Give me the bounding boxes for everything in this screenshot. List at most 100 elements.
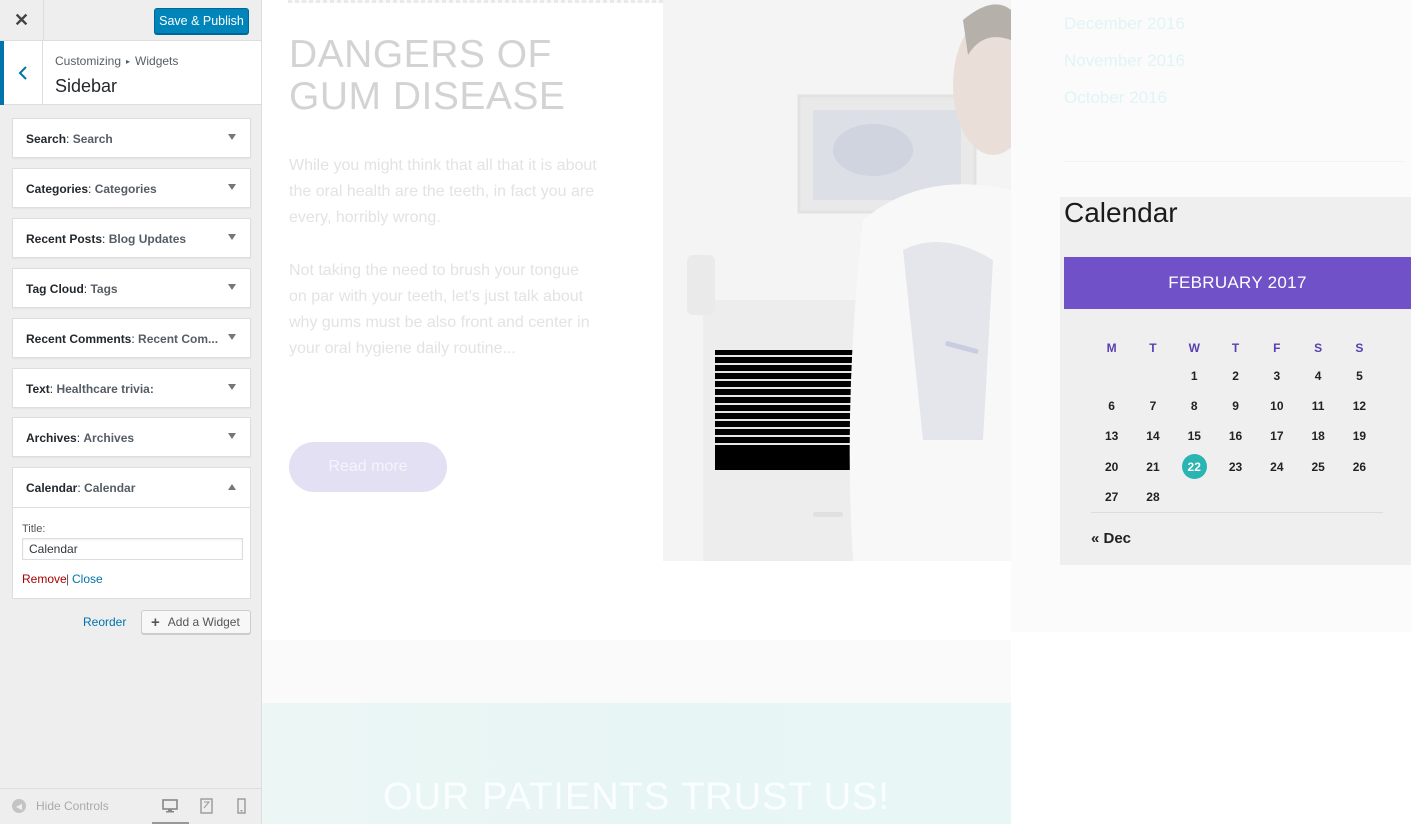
weekday-label: W bbox=[1188, 341, 1200, 355]
breadcrumb-root: Customizing bbox=[55, 54, 122, 68]
title-field[interactable] bbox=[22, 538, 243, 560]
mobile-preview-icon[interactable] bbox=[233, 798, 251, 814]
testimonials-heading: OUR PATIENTS TRUST US! bbox=[383, 776, 890, 818]
link-separator: | bbox=[66, 572, 70, 586]
arrow-down-icon[interactable] bbox=[228, 234, 236, 240]
arrow-down-icon[interactable] bbox=[228, 184, 236, 190]
calendar-week: 27 28 bbox=[1091, 482, 1380, 512]
weekday-label: S bbox=[1355, 341, 1364, 355]
arrow-down-icon[interactable] bbox=[228, 384, 236, 390]
widget-calendar: Calendar: Calendar Title: Remove | Close bbox=[12, 467, 251, 599]
close-customizer-button[interactable]: ✕ bbox=[0, 0, 44, 41]
weekday-label: F bbox=[1273, 341, 1281, 355]
arrow-down-icon[interactable] bbox=[228, 134, 236, 140]
hide-controls-label: Hide Controls bbox=[36, 799, 109, 813]
arrow-down-icon[interactable] bbox=[228, 284, 236, 290]
customizer-footer: ◀ Hide Controls bbox=[0, 788, 261, 824]
calendar-widget: Calendar FEBRUARY 2017 MTWTFSS 123456789… bbox=[1060, 197, 1411, 565]
calendar-day: 2 bbox=[1232, 369, 1239, 384]
widget-item[interactable]: Search: Search bbox=[12, 118, 251, 158]
archive-link[interactable]: December 2016 bbox=[1064, 14, 1185, 34]
calendar-day: 8 bbox=[1190, 399, 1198, 414]
dentist-photo bbox=[663, 0, 1011, 561]
divider bbox=[1091, 512, 1383, 513]
calendar-day: 4 bbox=[1314, 369, 1322, 384]
calendar-empty-cell bbox=[1132, 361, 1173, 391]
breadcrumb-parent: Widgets bbox=[135, 54, 179, 68]
widget-title: Recent Comments: Recent Com... bbox=[26, 332, 219, 346]
calendar-day: 3 bbox=[1273, 369, 1281, 384]
calendar-day: 18 bbox=[1311, 429, 1325, 444]
calendar-day: 5 bbox=[1356, 369, 1363, 384]
close-widget-link[interactable]: Close bbox=[72, 572, 103, 586]
save-publish-button[interactable]: Save & Publish bbox=[154, 8, 249, 34]
calendar-body: 1 2 3 4 5 6 7 8 9 10 11 12 13 14 15 16 17 18 19 20 21 22 23 24 2… bbox=[1091, 361, 1380, 512]
close-icon: ✕ bbox=[13, 10, 30, 30]
widget-calendar-header[interactable]: Calendar: Calendar bbox=[13, 468, 250, 508]
widget-title: Categories: Categories bbox=[26, 182, 157, 196]
arrow-down-icon[interactable] bbox=[228, 433, 236, 439]
widget-title: Recent Posts: Blog Updates bbox=[26, 232, 187, 246]
post-title: DANGERS OF GUM DISEASE bbox=[289, 33, 566, 118]
dentist-illustration bbox=[663, 0, 1011, 561]
title-field-label: Title: bbox=[22, 523, 46, 535]
widget-item[interactable]: Text: Healthcare trivia: bbox=[12, 368, 251, 408]
calendar-empty-cell bbox=[1174, 482, 1215, 512]
customizer-header: ✕ Save & Publish bbox=[0, 0, 261, 41]
remove-widget-link[interactable]: Remove bbox=[22, 572, 67, 586]
calendar-day: 10 bbox=[1270, 399, 1284, 414]
calendar-day: 21 bbox=[1146, 459, 1160, 474]
widget-item[interactable]: Archives: Archives bbox=[12, 417, 251, 457]
calendar-week: 1 2 3 4 5 bbox=[1091, 361, 1380, 391]
weekday-row: MTWTFSS bbox=[1091, 335, 1380, 361]
divider bbox=[1064, 161, 1404, 162]
widget-item[interactable]: Categories: Categories bbox=[12, 168, 251, 208]
weekday-label: T bbox=[1149, 341, 1157, 355]
calendar-day: 24 bbox=[1270, 459, 1284, 474]
weekday-label: M bbox=[1106, 341, 1117, 355]
arrow-up-icon[interactable] bbox=[228, 484, 236, 490]
calendar-day: 15 bbox=[1187, 429, 1201, 444]
archive-link[interactable]: October 2016 bbox=[1064, 88, 1167, 108]
desktop-preview-icon[interactable] bbox=[161, 798, 179, 814]
tablet-preview-icon[interactable] bbox=[198, 798, 216, 814]
reorder-link[interactable]: Reorder bbox=[83, 615, 126, 629]
weekday-label: T bbox=[1231, 341, 1240, 355]
widget-title: Search: Search bbox=[26, 132, 113, 146]
widget-item[interactable]: Recent Posts: Blog Updates bbox=[12, 218, 251, 258]
calendar-today: 22 bbox=[1181, 454, 1207, 480]
calendar-week: 6 7 8 9 10 11 12 bbox=[1091, 391, 1380, 421]
widget-title: Text: Healthcare trivia: bbox=[26, 382, 154, 396]
calendar-day: 25 bbox=[1311, 459, 1325, 474]
collapse-icon: ◀ bbox=[12, 799, 26, 813]
add-widget-label: Add a Widget bbox=[167, 615, 240, 629]
calendar-prev-month-link[interactable]: « Dec bbox=[1091, 530, 1131, 547]
widget-item[interactable]: Recent Comments: Recent Com... bbox=[12, 318, 251, 358]
hide-controls-button[interactable]: ◀ Hide Controls bbox=[12, 799, 109, 813]
calendar-day: 11 bbox=[1311, 399, 1325, 414]
archive-link[interactable]: November 2016 bbox=[1064, 51, 1185, 71]
weekday-label: S bbox=[1314, 341, 1323, 355]
calendar-day: 20 bbox=[1104, 459, 1119, 474]
calendar-empty-cell bbox=[1256, 482, 1297, 512]
calendar-empty-cell bbox=[1091, 361, 1132, 391]
arrow-down-icon[interactable] bbox=[228, 334, 236, 340]
calendar-day: 26 bbox=[1352, 459, 1367, 474]
calendar-month: FEBRUARY 2017 bbox=[1064, 257, 1411, 309]
add-widget-button[interactable]: + Add a Widget bbox=[141, 610, 251, 634]
calendar-day: 14 bbox=[1146, 429, 1160, 444]
calendar-day: 17 bbox=[1270, 429, 1284, 444]
calendar-heading: Calendar bbox=[1064, 197, 1178, 228]
calendar-week: 20 21 22 23 24 25 26 bbox=[1091, 452, 1380, 482]
post-paragraph: Not taking the need to brush your tongue… bbox=[289, 262, 590, 357]
breadcrumb-separator: ▸ bbox=[126, 57, 131, 66]
widget-title: Tag Cloud: Tags bbox=[26, 282, 118, 296]
read-more-button[interactable]: Read more bbox=[289, 442, 447, 492]
breadcrumb: Customizing ▸ Widgets bbox=[55, 54, 178, 68]
back-button[interactable] bbox=[0, 41, 43, 105]
widget-item[interactable]: Tag Cloud: Tags bbox=[12, 268, 251, 308]
calendar-day: 7 bbox=[1149, 399, 1157, 414]
section-divider-band bbox=[262, 640, 1011, 703]
calendar-empty-cell bbox=[1215, 482, 1256, 512]
widget-title: Archives: Archives bbox=[26, 431, 135, 445]
